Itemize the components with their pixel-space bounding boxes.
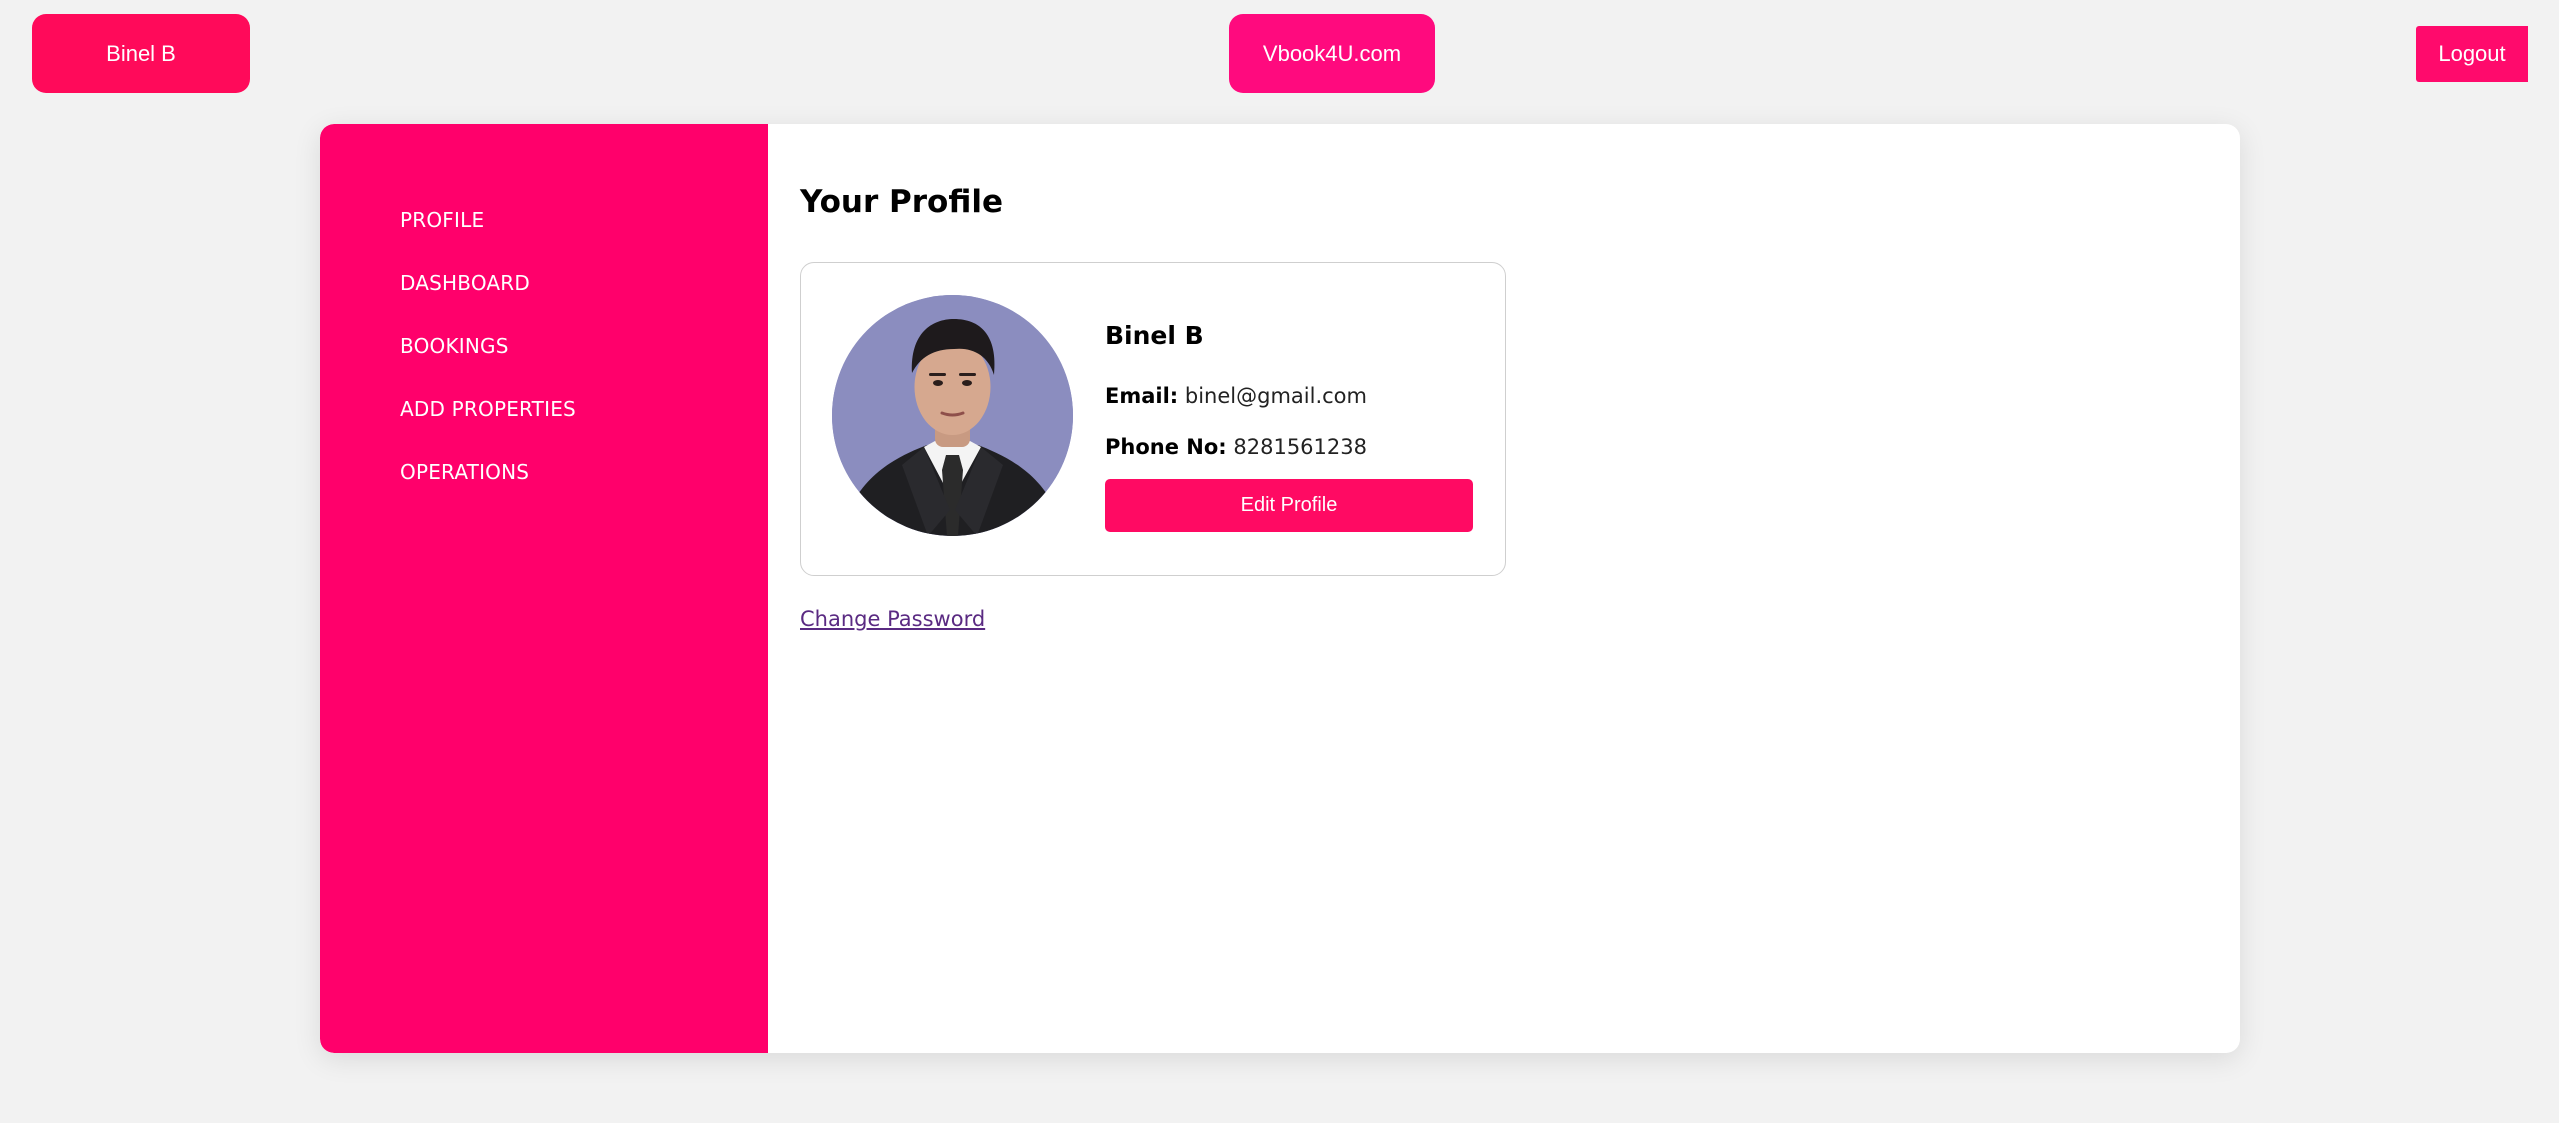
sidebar-item-add-properties[interactable]: ADD PROPERTIES <box>400 397 576 421</box>
avatar <box>832 295 1073 536</box>
user-name-button[interactable]: Binel B <box>32 14 250 93</box>
sidebar: PROFILE DASHBOARD BOOKINGS ADD PROPERTIE… <box>320 124 768 1053</box>
profile-photo-icon <box>832 295 1073 536</box>
logout-button[interactable]: Logout <box>2416 26 2528 82</box>
phone-row: Phone No: 8281561238 <box>1105 435 1367 459</box>
main-panel: PROFILE DASHBOARD BOOKINGS ADD PROPERTIE… <box>320 124 2240 1053</box>
email-value: binel@gmail.com <box>1184 384 1367 408</box>
profile-name: Binel B <box>1105 321 1204 350</box>
profile-content: Your Profile Binel B Email: binel@gmail.… <box>768 124 2240 1053</box>
sidebar-item-operations[interactable]: OPERATIONS <box>400 460 529 484</box>
email-row: Email: binel@gmail.com <box>1105 384 1367 408</box>
sidebar-item-dashboard[interactable]: DASHBOARD <box>400 271 530 295</box>
edit-profile-button[interactable]: Edit Profile <box>1105 479 1473 532</box>
profile-info: Binel B Email: binel@gmail.com Phone No:… <box>1105 263 1475 575</box>
sidebar-item-bookings[interactable]: BOOKINGS <box>400 334 509 358</box>
sidebar-item-profile[interactable]: PROFILE <box>400 208 484 232</box>
brand-button[interactable]: Vbook4U.com <box>1229 14 1435 93</box>
phone-value: 8281561238 <box>1233 435 1367 459</box>
page-title: Your Profile <box>800 184 1003 220</box>
email-label: Email: <box>1105 384 1179 408</box>
phone-label: Phone No: <box>1105 435 1227 459</box>
profile-card: Binel B Email: binel@gmail.com Phone No:… <box>800 262 1506 576</box>
change-password-link[interactable]: Change Password <box>800 607 985 631</box>
